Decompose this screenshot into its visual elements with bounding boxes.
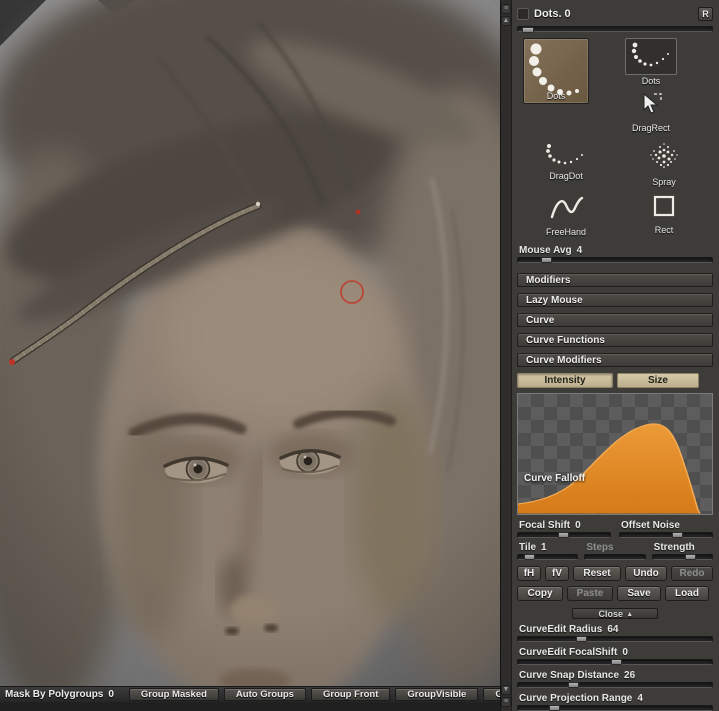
stroke-panel-body: Dots. 0 R Dots Dots DragRect DragDot Spr… <box>512 0 719 711</box>
load-button[interactable]: Load <box>665 586 709 601</box>
tab-intensity[interactable]: Intensity <box>517 373 613 389</box>
restore-config-button[interactable]: R <box>698 7 713 21</box>
curve-edit-radius-slider[interactable]: CurveEdit Radius 64 <box>517 624 713 642</box>
stroke-type-label: Spray <box>652 177 676 188</box>
section-curve[interactable]: Curve <box>517 313 713 328</box>
slider-handle[interactable] <box>521 27 534 33</box>
curve-falloff-editor[interactable]: Curve Falloff <box>517 393 713 515</box>
slider-handle[interactable] <box>523 554 535 560</box>
section-lazy-mouse[interactable]: Lazy Mouse <box>517 293 713 308</box>
slider-handle[interactable] <box>671 532 683 538</box>
curve-snap-distance-slider[interactable]: Curve Snap Distance 26 <box>517 670 713 688</box>
panel-scroll-up-icon[interactable]: ▲ <box>501 16 511 26</box>
section-modifiers[interactable]: Modifiers <box>517 273 713 288</box>
stroke-type-dragrect[interactable] <box>638 91 664 122</box>
drag-rect-icon <box>643 93 662 115</box>
stroke-header: Dots. 0 R <box>517 7 713 21</box>
panel-scroll-down-icon[interactable]: ▼ <box>501 685 511 695</box>
mouse-avg-label: Mouse Avg 4 <box>519 245 583 257</box>
panel-grip-icon[interactable]: ≡ <box>501 4 511 14</box>
section-curve-functions[interactable]: Curve Functions <box>517 333 713 348</box>
slider-handle[interactable] <box>541 257 553 264</box>
groups-truncated-button[interactable]: Gro <box>483 688 500 701</box>
current-stroke-icon <box>517 8 529 20</box>
curve-edit-focalshift-slider[interactable]: CurveEdit FocalShift 0 <box>517 647 713 665</box>
collapse-arrow-icon: ▴ <box>628 610 632 618</box>
mask-by-polygroups-label: Mask By Polygroups 0 <box>5 689 114 700</box>
falloff-curve <box>518 423 701 514</box>
tab-size[interactable]: Size <box>617 373 699 389</box>
slider-handle[interactable] <box>685 554 697 560</box>
zbrush-window: Mask By Polygroups 0 Group Masked Auto Gr… <box>0 0 719 711</box>
stroke-type-dots-selected[interactable]: Dots <box>523 38 589 105</box>
slider-handle[interactable] <box>549 705 561 711</box>
curve-edit-buttons-row1: fH fV Reset Undo Redo <box>517 566 713 581</box>
group-front-button[interactable]: Group Front <box>310 688 391 701</box>
dots-stroke-icon <box>631 43 669 67</box>
stroke-type-label: FreeHand <box>545 227 587 238</box>
mask-value: 0 <box>108 689 114 700</box>
stroke-palette-panel: ≡ ▲ ▼ ≡ Dots. 0 R Dots Dots DragRect Dra… <box>500 0 719 711</box>
section-curve-modifiers[interactable]: Curve Modifiers <box>517 353 713 368</box>
stroke-type-label: Dots <box>641 76 661 87</box>
slider-handle[interactable] <box>558 532 570 538</box>
sculpt-viewport[interactable] <box>0 0 500 711</box>
rect-icon <box>653 196 675 217</box>
curve-edit-buttons-row2: Copy Paste Save Load <box>517 586 713 601</box>
spray-icon <box>650 143 678 169</box>
stroke-type-dots[interactable] <box>625 38 677 76</box>
slider-handle[interactable] <box>568 682 580 688</box>
tile-slider[interactable]: Tile 1 <box>517 542 579 560</box>
redo-button: Redo <box>671 566 713 581</box>
current-stroke-title: Dots. 0 <box>534 8 571 20</box>
close-curve-editor-button[interactable]: Close ▴ <box>572 608 658 619</box>
group-masked-button[interactable]: Group Masked <box>128 688 219 701</box>
sculpt-head-render <box>0 0 500 686</box>
strength-slider[interactable]: Strength <box>651 542 713 560</box>
freehand-icon <box>550 197 584 219</box>
stroke-type-label: Dots <box>546 91 566 102</box>
stroke-type-rect[interactable] <box>651 193 677 224</box>
stroke-type-label: Rect <box>654 225 674 236</box>
paste-button: Paste <box>567 586 613 601</box>
stroke-type-label: DragDot <box>549 171 583 182</box>
falloff-tabs: Intensity Size <box>517 373 713 389</box>
stroke-select-slider[interactable] <box>517 26 713 33</box>
stroke-type-freehand[interactable] <box>546 193 586 226</box>
steps-slider: Steps <box>584 542 646 560</box>
reset-button[interactable]: Reset <box>573 566 621 581</box>
slider-handle[interactable] <box>576 636 588 642</box>
group-visible-button[interactable]: GroupVisible <box>395 688 479 701</box>
undo-button[interactable]: Undo <box>625 566 667 581</box>
panel-grip-bottom-icon[interactable]: ≡ <box>501 697 511 707</box>
mask-label-text: Mask By Polygroups <box>5 689 104 700</box>
save-button[interactable]: Save <box>617 586 661 601</box>
bottom-toolbar: Mask By Polygroups 0 Group Masked Auto Gr… <box>0 686 500 702</box>
curve-falloff-label: Curve Falloff <box>524 473 586 484</box>
copy-button[interactable]: Copy <box>517 586 563 601</box>
flip-vertical-button[interactable]: fV <box>545 566 569 581</box>
stroke-type-label: DragRect <box>631 123 670 134</box>
status-strip <box>0 702 500 711</box>
auto-groups-button[interactable]: Auto Groups <box>223 688 306 701</box>
drag-dot-icon <box>546 144 583 165</box>
stroke-type-spray[interactable] <box>647 141 681 176</box>
focal-shift-slider[interactable]: Focal Shift 0 <box>517 520 611 538</box>
panel-rail: ≡ ▲ ▼ ≡ <box>501 0 512 711</box>
flip-horizontal-button[interactable]: fH <box>517 566 541 581</box>
stroke-type-dragdot[interactable] <box>544 141 588 170</box>
slider-handle[interactable] <box>611 659 623 665</box>
offset-noise-slider[interactable]: Offset Noise <box>619 520 713 538</box>
mouse-avg-slider[interactable]: Mouse Avg 4 <box>517 245 713 264</box>
stroke-type-grid: Dots Dots DragRect DragDot Spray FreeHan… <box>517 38 713 237</box>
curve-projection-range-slider[interactable]: Curve Projection Range 4 <box>517 693 713 711</box>
